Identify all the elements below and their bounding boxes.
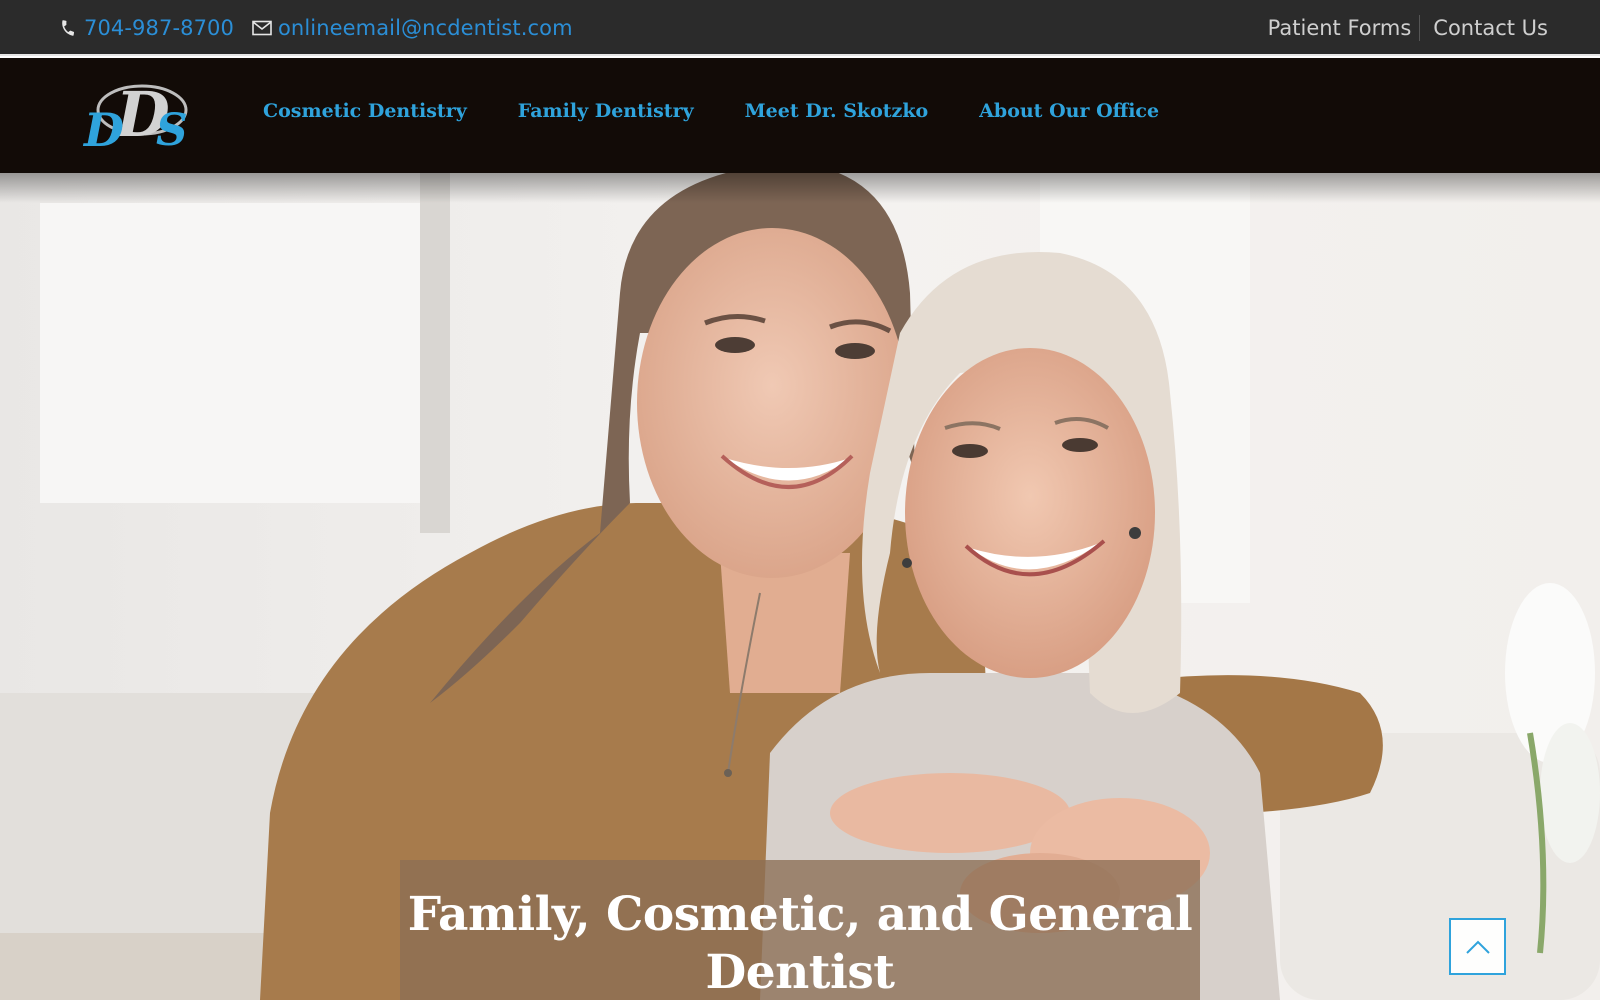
- hero-caption-box: Family, Cosmetic, and General Dentist: [400, 860, 1200, 1000]
- primary-menu: Cosmetic Dentistry Family Dentistry Meet…: [263, 100, 1210, 122]
- utility-links: Patient Forms Contact Us: [1268, 14, 1548, 42]
- phone-icon: [58, 18, 78, 38]
- nav-cosmetic-dentistry[interactable]: Cosmetic Dentistry: [263, 100, 467, 122]
- hero-headline: Family, Cosmetic, and General Dentist: [407, 887, 1193, 1000]
- chevron-up-icon: [1465, 939, 1491, 955]
- email-link[interactable]: onlineemail@ncdentist.com: [252, 16, 573, 40]
- phone-number[interactable]: 704-987-8700: [84, 16, 234, 40]
- main-navbar: D D S Cosmetic Dentistry Family Dentistr…: [0, 58, 1600, 173]
- svg-text:S: S: [156, 105, 188, 154]
- site-logo[interactable]: D D S: [80, 78, 198, 157]
- envelope-icon: [252, 18, 272, 38]
- phone-link[interactable]: 704-987-8700: [58, 16, 234, 40]
- patient-forms-link[interactable]: Patient Forms: [1268, 16, 1412, 40]
- dds-logo-mark: D D S: [82, 78, 188, 157]
- top-contact-bar: 704-987-8700 onlineemail@ncdentist.com P…: [0, 0, 1600, 56]
- contact-info: 704-987-8700 onlineemail@ncdentist.com: [58, 14, 591, 42]
- contact-us-link[interactable]: Contact Us: [1433, 16, 1548, 40]
- scroll-to-top-button[interactable]: [1449, 918, 1506, 975]
- email-address[interactable]: onlineemail@ncdentist.com: [278, 16, 573, 40]
- nav-meet-dr-skotzko[interactable]: Meet Dr. Skotzko: [745, 100, 929, 122]
- nav-about-our-office[interactable]: About Our Office: [979, 100, 1159, 122]
- link-divider: [1419, 15, 1421, 41]
- svg-text:D: D: [82, 103, 124, 154]
- nav-family-dentistry[interactable]: Family Dentistry: [518, 100, 694, 122]
